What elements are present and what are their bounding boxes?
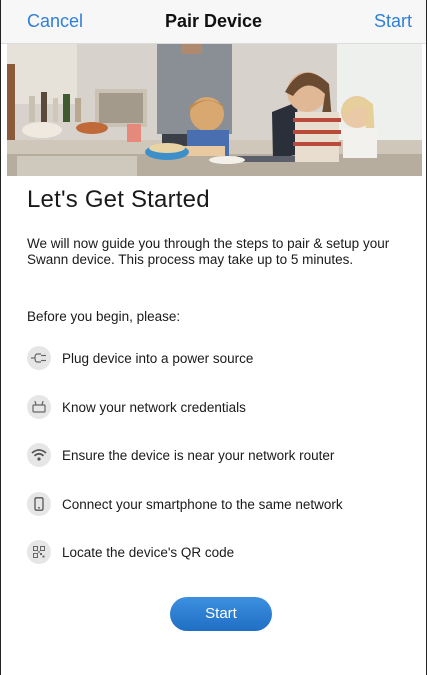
step-label: Locate the device's QR code bbox=[62, 544, 235, 560]
qr-code-icon bbox=[27, 540, 51, 564]
step-label: Plug device into a power source bbox=[62, 350, 254, 366]
hero-image bbox=[7, 44, 422, 176]
step-item-power: Plug device into a power source bbox=[27, 345, 253, 371]
step-label: Connect your smartphone to the same netw… bbox=[62, 496, 343, 512]
step-label: Know your network credentials bbox=[62, 399, 246, 415]
navigation-bar: Cancel Pair Device Start bbox=[1, 0, 426, 44]
step-item-router: Ensure the device is near your network r… bbox=[27, 442, 334, 468]
step-item-smartphone: Connect your smartphone to the same netw… bbox=[27, 491, 343, 517]
step-item-credentials: Know your network credentials bbox=[27, 394, 246, 420]
step-item-qr-code: Locate the device's QR code bbox=[27, 539, 234, 565]
smartphone-icon bbox=[27, 492, 51, 516]
plug-icon bbox=[27, 346, 51, 370]
intro-text: We will now guide you through the steps … bbox=[27, 236, 390, 267]
before-you-begin-label: Before you begin, please: bbox=[27, 309, 181, 324]
step-label: Ensure the device is near your network r… bbox=[62, 447, 335, 463]
wifi-icon bbox=[27, 443, 51, 467]
start-button[interactable]: Start bbox=[170, 597, 272, 631]
page-title: Pair Device bbox=[164, 11, 263, 31]
main-heading: Let's Get Started bbox=[27, 186, 210, 213]
router-icon bbox=[27, 395, 51, 419]
nav-start-button[interactable]: Start bbox=[374, 11, 412, 32]
family-kitchen-illustration bbox=[7, 44, 422, 176]
pair-device-screen: Cancel Pair Device Start Let's Get Start… bbox=[0, 0, 427, 675]
